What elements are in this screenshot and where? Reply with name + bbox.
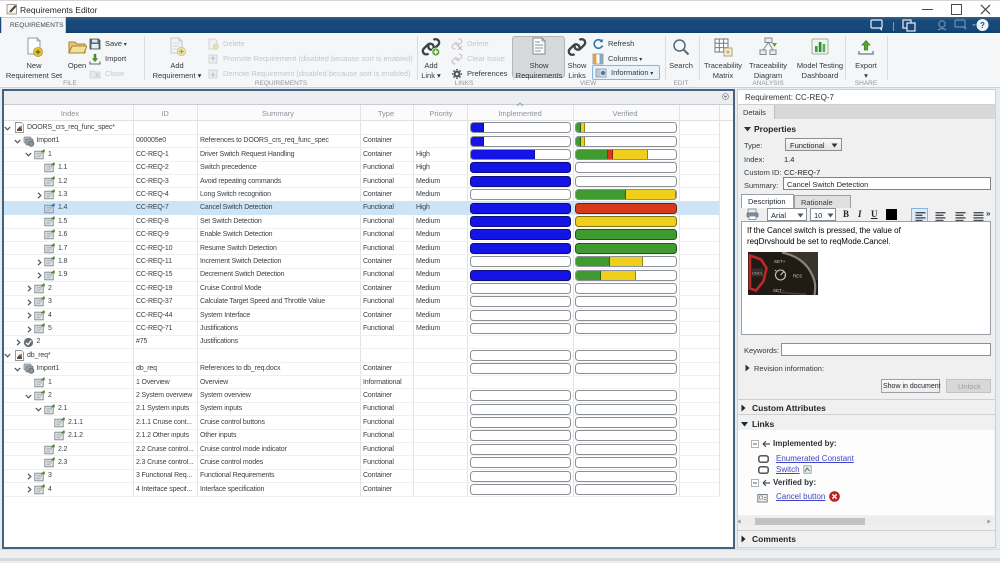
svg-text:SET+: SET+ bbox=[774, 259, 786, 264]
svg-text:CNCL: CNCL bbox=[752, 271, 764, 276]
svg-text:?: ? bbox=[980, 21, 985, 30]
svg-text:RES: RES bbox=[793, 274, 802, 279]
svg-text:SET -: SET - bbox=[773, 288, 785, 293]
